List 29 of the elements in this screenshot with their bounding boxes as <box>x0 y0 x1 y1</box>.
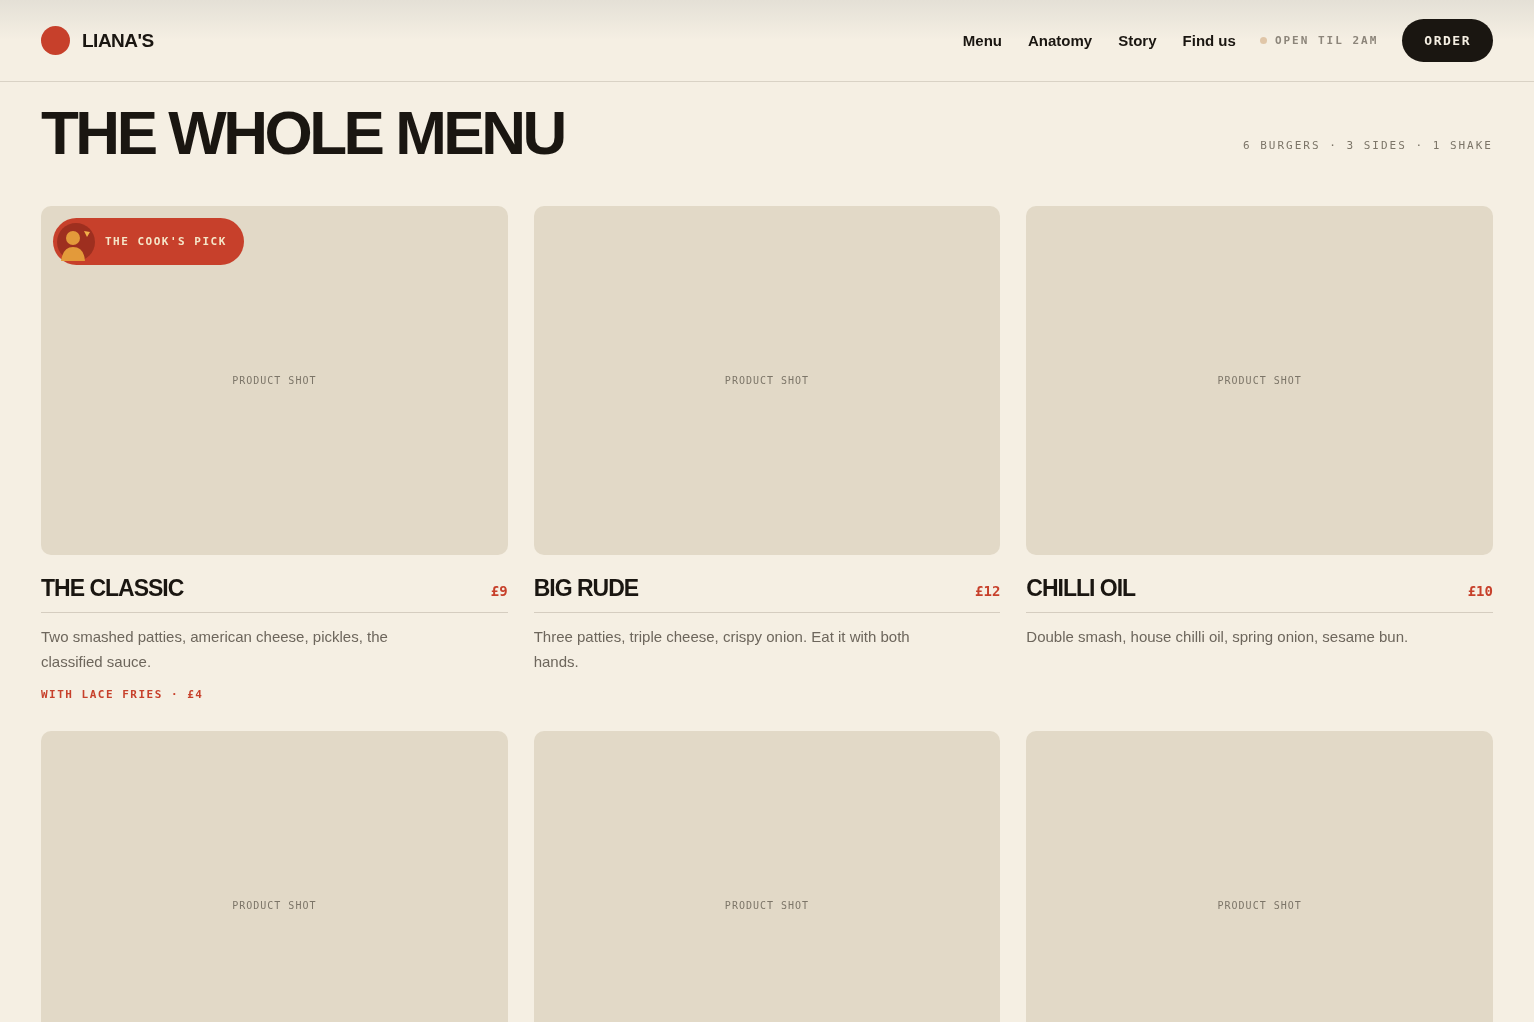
nav-link[interactable]: Anatomy <box>1028 32 1093 49</box>
nav-link[interactable]: Find us <box>1182 32 1236 49</box>
image-placeholder-label: PRODUCT SHOT <box>724 900 810 911</box>
item-price: £12 <box>975 583 1001 599</box>
item-description: Two smashed patties, american cheese, pickles, the classified sauce. <box>41 627 389 672</box>
side-offer: WITH LACE FRIES · £4 <box>41 688 205 701</box>
image-placeholder-label: PRODUCT SHOT <box>724 375 810 386</box>
item-name: THE CLASSIC <box>41 575 184 602</box>
status-dot <box>1259 37 1267 44</box>
brand-name: LIANA'S <box>82 29 154 52</box>
order-button[interactable]: ORDER <box>1402 19 1493 62</box>
nav-link[interactable]: Menu <box>962 32 1002 49</box>
opening-hours: OPEN TIL 2AM <box>1274 34 1379 47</box>
image-placeholder-label: PRODUCT SHOT <box>232 375 317 386</box>
item-price: £9 <box>490 583 508 599</box>
menu-summary: 6 BURGERS · 3 SIDES · 1 SHAKE <box>1242 139 1493 152</box>
image-placeholder-label: PRODUCT SHOT <box>1217 900 1302 911</box>
image-placeholder-label: PRODUCT SHOT <box>232 900 317 911</box>
cooks-pick-badge: THE COOK'S PICK <box>53 218 244 265</box>
item-description: Three patties, triple cheese, crispy onion. Eat it with both hands. <box>533 627 911 672</box>
logo-icon <box>41 26 70 55</box>
item-name: BIG RUDE <box>533 575 639 602</box>
nav-link[interactable]: Story <box>1118 32 1157 49</box>
page-title: THE WHOLE MENU <box>41 102 564 164</box>
avatar-icon <box>57 222 95 261</box>
image-placeholder-label: PRODUCT SHOT <box>1217 375 1302 386</box>
item-price: £10 <box>1467 583 1493 599</box>
item-description: Double smash, house chilli oil, spring onion, sesame bun. <box>1026 627 1410 647</box>
item-name: CHILLI OIL <box>1026 575 1136 602</box>
